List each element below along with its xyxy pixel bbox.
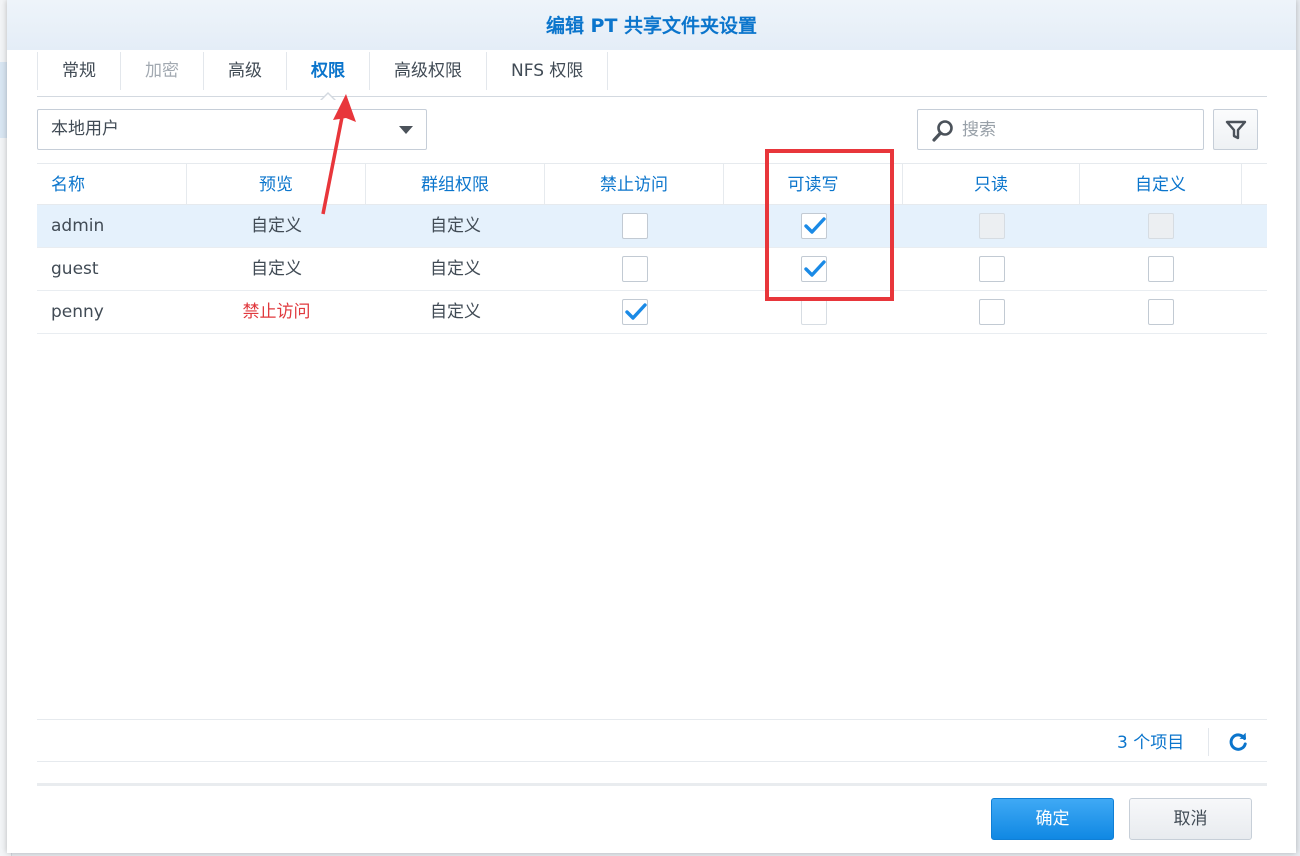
user-name: penny <box>51 302 104 322</box>
user-type-dropdown[interactable]: 本地用户 <box>37 109 427 150</box>
confirm-button[interactable]: 确定 <box>991 798 1114 840</box>
divider <box>37 783 1267 786</box>
permissions-table: 名称 预览 群组权限 禁止访问 可读写 只读 自定义 admin 自定义 自定义… <box>37 163 1267 334</box>
read-only-checkbox <box>978 213 1005 239</box>
tab-advanced[interactable]: 高级 <box>204 52 287 90</box>
tab-advanced-permissions[interactable]: 高级权限 <box>370 52 487 90</box>
user-name: guest <box>51 259 99 279</box>
tab-permissions[interactable]: 权限 <box>287 52 370 101</box>
column-header-name[interactable]: 名称 <box>37 164 187 204</box>
group-permission-value: 自定义 <box>430 259 481 279</box>
item-count: 3 个项目 <box>1117 733 1185 753</box>
checkmark-icon <box>624 303 647 320</box>
column-header-custom[interactable]: 自定义 <box>1080 164 1242 204</box>
group-permission-value: 自定义 <box>430 302 481 322</box>
column-header-preview[interactable]: 预览 <box>187 164 366 204</box>
column-header-no-access[interactable]: 禁止访问 <box>545 164 724 204</box>
no-access-checkbox[interactable] <box>621 213 648 239</box>
chevron-down-icon <box>399 126 413 134</box>
cancel-button[interactable]: 取消 <box>1129 798 1252 840</box>
search-box <box>917 109 1204 150</box>
user-type-value: 本地用户 <box>51 119 119 139</box>
no-access-checkbox[interactable] <box>621 299 648 325</box>
settings-tabs: 常规 加密 高级 权限 高级权限 NFS 权限 <box>37 50 1267 101</box>
group-permission-value: 自定义 <box>430 216 481 236</box>
preview-value: 自定义 <box>251 259 302 279</box>
column-header-read-only[interactable]: 只读 <box>903 164 1080 204</box>
custom-checkbox <box>1148 213 1174 239</box>
read-write-checkbox[interactable] <box>800 256 827 282</box>
preview-value: 禁止访问 <box>242 302 311 322</box>
column-header-read-write[interactable]: 可读写 <box>724 164 903 204</box>
table-row[interactable]: guest 自定义 自定义 <box>37 248 1267 291</box>
filter-button[interactable] <box>1213 109 1258 150</box>
checkmark-icon <box>803 217 826 234</box>
read-write-checkbox[interactable] <box>800 213 827 239</box>
custom-checkbox[interactable] <box>1148 256 1174 282</box>
custom-checkbox[interactable] <box>1148 299 1174 325</box>
search-input[interactable] <box>962 115 1192 145</box>
column-header-group-permission[interactable]: 群组权限 <box>366 164 545 204</box>
table-row[interactable]: admin 自定义 自定义 <box>37 205 1267 248</box>
preview-value: 自定义 <box>251 216 302 236</box>
read-only-checkbox[interactable] <box>978 299 1005 325</box>
funnel-icon <box>1225 120 1247 140</box>
read-only-checkbox[interactable] <box>978 256 1005 282</box>
dialog-title: 编辑 PT 共享文件夹设置 <box>7 0 1296 50</box>
user-name: admin <box>51 216 105 236</box>
edit-shared-folder-dialog: 编辑 PT 共享文件夹设置 常规 加密 高级 权限 高级权限 NFS 权限 本地… <box>7 0 1296 853</box>
read-write-checkbox[interactable] <box>800 299 827 325</box>
tab-encryption: 加密 <box>121 52 204 90</box>
checkmark-icon <box>803 260 826 277</box>
tab-general[interactable]: 常规 <box>37 52 121 90</box>
divider <box>1208 728 1209 756</box>
table-row[interactable]: penny 禁止访问 自定义 <box>37 291 1267 334</box>
table-header: 名称 预览 群组权限 禁止访问 可读写 只读 自定义 <box>37 163 1267 205</box>
no-access-checkbox[interactable] <box>621 256 648 282</box>
divider <box>37 761 1267 762</box>
refresh-icon[interactable] <box>1227 731 1249 753</box>
divider <box>37 719 1267 720</box>
search-icon <box>932 120 953 142</box>
tab-nfs-permissions[interactable]: NFS 权限 <box>487 52 609 90</box>
